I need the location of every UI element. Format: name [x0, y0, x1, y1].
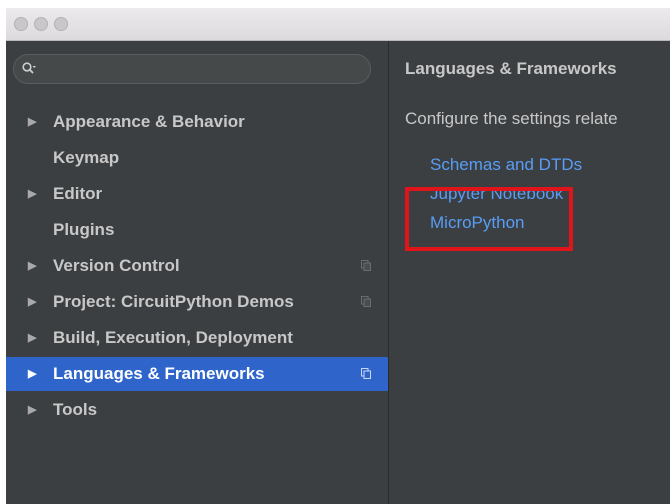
sidebar-item-project[interactable]: ▶ Project: CircuitPython Demos: [6, 285, 388, 319]
project-settings-icon: [361, 368, 371, 379]
sidebar-item-label: Build, Execution, Deployment: [53, 328, 293, 347]
page-title: Languages & Frameworks: [405, 59, 617, 78]
sidebar-item-editor[interactable]: ▶ Editor: [6, 177, 388, 211]
sidebar-item-label: Tools: [53, 400, 98, 419]
sidebar-item-build-execution-deployment[interactable]: ▶ Build, Execution, Deployment: [6, 321, 388, 355]
sidebar-item-label: Version Control: [53, 256, 180, 275]
title-bar: [6, 8, 670, 41]
link-schemas-dtds[interactable]: Schemas and DTDs: [430, 155, 582, 175]
sidebar-item-plugins[interactable]: Plugins: [6, 213, 388, 247]
sidebar-item-keymap[interactable]: Keymap: [6, 141, 388, 175]
sidebar-item-label: Plugins: [53, 220, 115, 239]
sidebar-item-label: Appearance & Behavior: [53, 112, 245, 131]
settings-window: ▶ Appearance & Behavior Keymap ▶ Editor …: [6, 8, 670, 504]
minimize-window-button[interactable]: [34, 17, 48, 31]
zoom-window-button[interactable]: [54, 17, 68, 31]
expand-arrow-icon[interactable]: ▶: [28, 177, 36, 211]
settings-sidebar: ▶ Appearance & Behavior Keymap ▶ Editor …: [6, 41, 388, 504]
sidebar-item-languages-frameworks[interactable]: ▶ Languages & Frameworks: [6, 357, 388, 391]
search-icon: [22, 62, 36, 74]
expand-arrow-icon[interactable]: ▶: [28, 105, 36, 139]
expand-arrow-icon[interactable]: ▶: [28, 393, 36, 427]
project-settings-icon: [361, 296, 371, 307]
highlight-box: [405, 187, 573, 251]
close-window-button[interactable]: [14, 17, 28, 31]
settings-content-panel: Languages & Frameworks Configure the set…: [389, 41, 670, 504]
expand-arrow-icon[interactable]: ▶: [28, 321, 36, 355]
expand-arrow-icon[interactable]: ▶: [28, 249, 36, 283]
page-description: Configure the settings relate: [405, 109, 618, 128]
expand-arrow-icon[interactable]: ▶: [28, 357, 36, 391]
project-settings-icon: [361, 260, 371, 271]
sidebar-item-label: Editor: [53, 184, 103, 203]
sidebar-item-label: Project: CircuitPython Demos: [53, 292, 294, 311]
sidebar-item-version-control[interactable]: ▶ Version Control: [6, 249, 388, 283]
sidebar-item-label: Languages & Frameworks: [53, 364, 265, 383]
sidebar-item-label: Keymap: [53, 148, 120, 167]
sidebar-item-appearance-behavior[interactable]: ▶ Appearance & Behavior: [6, 105, 388, 139]
search-input[interactable]: [13, 54, 371, 84]
sidebar-item-tools[interactable]: ▶ Tools: [6, 393, 388, 427]
expand-arrow-icon[interactable]: ▶: [28, 285, 36, 319]
